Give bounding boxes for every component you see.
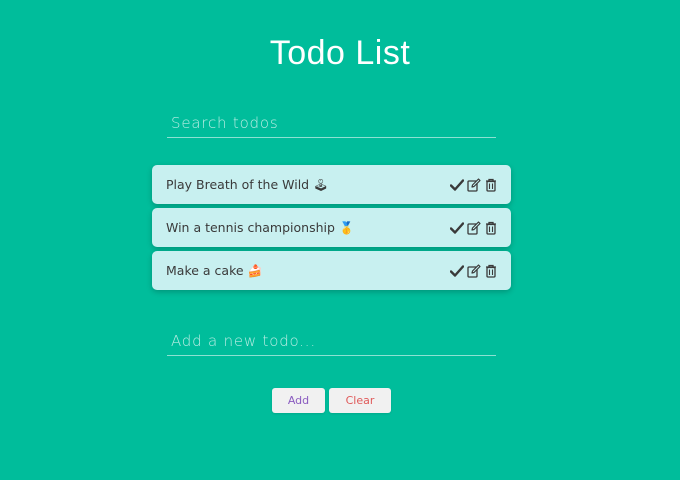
todo-list: Play Breath of the Wild 🕹 Win a tennis ch… (152, 165, 511, 294)
todo-item: Win a tennis championship 🥇 (152, 208, 511, 247)
edit-icon[interactable] (466, 220, 481, 235)
new-todo-input[interactable] (167, 326, 496, 356)
page-title: Todo List (269, 34, 411, 72)
todo-actions (449, 177, 498, 192)
edit-icon[interactable] (466, 263, 481, 278)
todo-item: Make a cake 🍰 (152, 251, 511, 290)
medal-icon: 🥇 (338, 221, 354, 236)
trash-icon[interactable] (483, 177, 498, 192)
cake-icon: 🍰 (247, 264, 263, 279)
check-icon[interactable] (449, 220, 464, 235)
todo-text: Make a cake 🍰 (166, 262, 263, 279)
check-icon[interactable] (449, 177, 464, 192)
joystick-icon: 🕹 (313, 178, 329, 193)
trash-icon[interactable] (483, 220, 498, 235)
add-button[interactable]: Add (272, 388, 325, 413)
todo-app: Todo List Play Breath of the Wild🕹 Win a… (0, 0, 680, 480)
clear-button[interactable]: Clear (329, 388, 391, 413)
search-input[interactable] (167, 108, 496, 138)
edit-icon[interactable] (466, 177, 481, 192)
todo-item: Play Breath of the Wild 🕹 (152, 165, 511, 204)
todo-text: Play Breath of the Wild 🕹 (166, 176, 329, 193)
todo-actions (449, 220, 498, 235)
todo-actions (449, 263, 498, 278)
todo-text: Win a tennis championship 🥇 (166, 219, 354, 236)
trash-icon[interactable] (483, 263, 498, 278)
check-icon[interactable] (449, 263, 464, 278)
